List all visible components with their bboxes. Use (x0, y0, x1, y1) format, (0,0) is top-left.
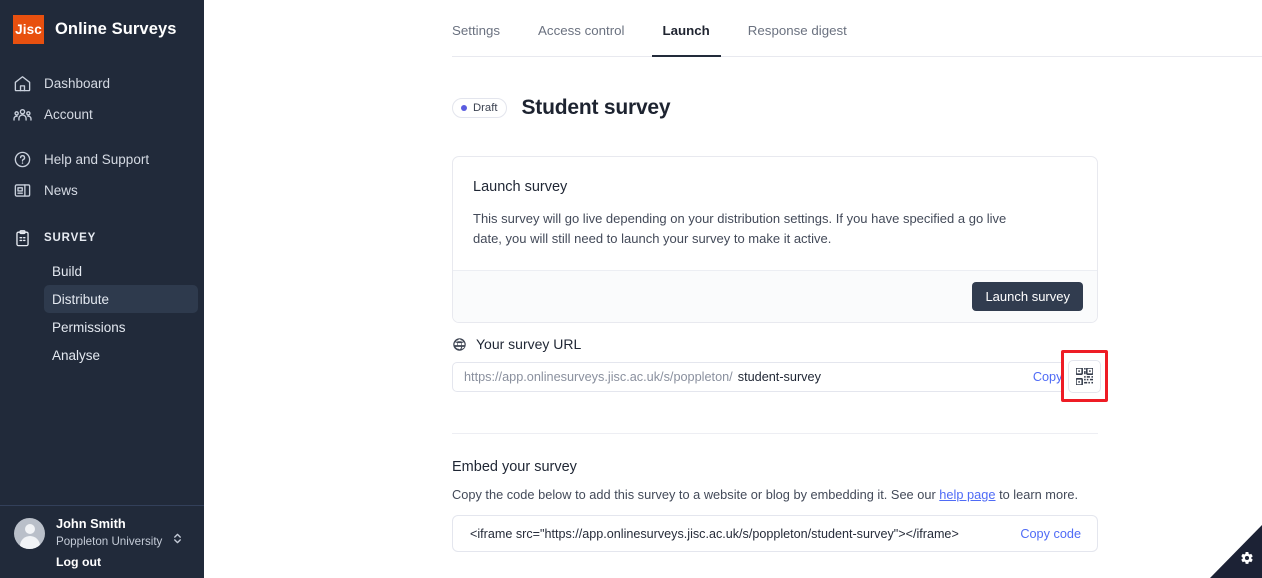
page-header: Draft Student survey (452, 96, 671, 120)
page-title: Student survey (521, 96, 671, 119)
tab-label: Launch (662, 23, 710, 38)
help-page-link[interactable]: help page (939, 487, 995, 502)
survey-url-input[interactable]: https://app.onlinesurveys.jisc.ac.uk/s/p… (452, 362, 1098, 392)
user-org-row[interactable]: Poppleton University (56, 532, 183, 550)
corner-settings-widget[interactable] (1210, 525, 1262, 578)
launch-card-title: Launch survey (473, 179, 568, 195)
user-switcher[interactable]: John Smith Poppleton University (14, 516, 194, 550)
sidebar-section-label: SURVEY (44, 232, 97, 244)
avatar-icon (14, 518, 45, 549)
sidebar-item-label: Analyse (52, 347, 101, 363)
sidebar-item-news[interactable]: News (0, 175, 204, 206)
main-content: Settings Access control Launch Response … (204, 0, 1262, 578)
tab-label: Access control (538, 23, 625, 38)
newspaper-icon (13, 181, 32, 200)
survey-url-heading: Your survey URL (452, 336, 581, 352)
embed-description-after: to learn more. (995, 487, 1079, 502)
embed-description-before: Copy the code below to add this survey t… (452, 487, 940, 502)
survey-subnav: Build Distribute Permissions Analyse (0, 257, 204, 369)
primary-nav: Dashboard Account Help and Support News (0, 68, 204, 206)
tab-bar: Settings Access control Launch Response … (452, 20, 1262, 57)
qr-button-highlight (1061, 350, 1108, 402)
embed-code-text: <iframe src="https://app.onlinesurveys.j… (470, 526, 959, 541)
sidebar-item-label: Account (44, 107, 93, 122)
qr-code-button[interactable] (1068, 359, 1101, 393)
sidebar-item-label: Permissions (52, 319, 126, 335)
gear-icon (1240, 551, 1254, 570)
sidebar-section-survey: SURVEY (0, 223, 204, 253)
tab-launch[interactable]: Launch (651, 20, 722, 57)
sidebar: Jisc Online Surveys Dashboard Account He… (0, 0, 204, 578)
brand[interactable]: Jisc Online Surveys (0, 0, 204, 46)
survey-url-row: https://app.onlinesurveys.jisc.ac.uk/s/p… (452, 362, 1098, 392)
copy-code-button[interactable]: Copy code (1020, 527, 1081, 541)
tab-access-control[interactable]: Access control (538, 20, 624, 56)
embed-title: Embed your survey (452, 459, 577, 475)
sidebar-item-label: Help and Support (44, 152, 150, 167)
sidebar-item-label: Dashboard (44, 76, 111, 91)
sidebar-item-help-and-support[interactable]: Help and Support (0, 144, 204, 175)
sidebar-item-permissions[interactable]: Permissions (44, 313, 198, 341)
app-root: Jisc Online Surveys Dashboard Account He… (0, 0, 1262, 578)
clipboard-icon (13, 229, 32, 248)
status-dot-icon (461, 105, 467, 111)
launch-card-body: Launch survey This survey will go live d… (453, 157, 1097, 270)
status-badge: Draft (452, 98, 508, 118)
launch-card-footer: Launch survey (453, 270, 1097, 322)
corner-triangle (1210, 525, 1262, 578)
jisc-logo: Jisc (13, 14, 44, 44)
tab-label: Settings (452, 23, 501, 38)
sidebar-item-label: News (44, 183, 78, 198)
sidebar-footer: John Smith Poppleton University Log out (0, 505, 204, 578)
user-organisation: Poppleton University (56, 534, 163, 548)
embed-code-input[interactable]: <iframe src="https://app.onlinesurveys.j… (452, 515, 1098, 552)
sidebar-item-account[interactable]: Account (0, 99, 204, 130)
user-name: John Smith (56, 516, 126, 531)
users-icon (13, 105, 32, 124)
question-circle-icon (13, 150, 32, 169)
sidebar-item-build[interactable]: Build (44, 257, 198, 285)
tab-label: Response digest (747, 23, 847, 38)
home-icon (13, 74, 32, 93)
survey-url-label: Your survey URL (476, 336, 582, 352)
launch-survey-button[interactable]: Launch survey (972, 282, 1083, 311)
sidebar-item-distribute[interactable]: Distribute (44, 285, 198, 313)
embed-description: Copy the code below to add this survey t… (452, 487, 1078, 502)
survey-url-prefix: https://app.onlinesurveys.jisc.ac.uk/s/p… (464, 370, 733, 384)
tab-response-digest[interactable]: Response digest (748, 20, 847, 56)
globe-icon (452, 337, 467, 352)
sidebar-item-dashboard[interactable]: Dashboard (0, 68, 204, 99)
launch-card-description: This survey will go live depending on yo… (473, 211, 1007, 246)
log-out-button[interactable]: Log out (56, 555, 194, 569)
sidebar-item-analyse[interactable]: Analyse (44, 341, 198, 369)
status-badge-label: Draft (473, 102, 498, 114)
sidebar-item-label: Build (52, 263, 83, 279)
survey-url-slug: student-survey (737, 370, 821, 384)
brand-title: Online Surveys (55, 19, 177, 38)
launch-survey-card: Launch survey This survey will go live d… (452, 156, 1098, 323)
sidebar-item-label: Distribute (52, 291, 110, 307)
chevron-up-down-icon (172, 532, 183, 550)
qr-code-icon (1076, 367, 1093, 385)
tab-settings[interactable]: Settings (452, 20, 500, 56)
section-divider (452, 433, 1098, 434)
